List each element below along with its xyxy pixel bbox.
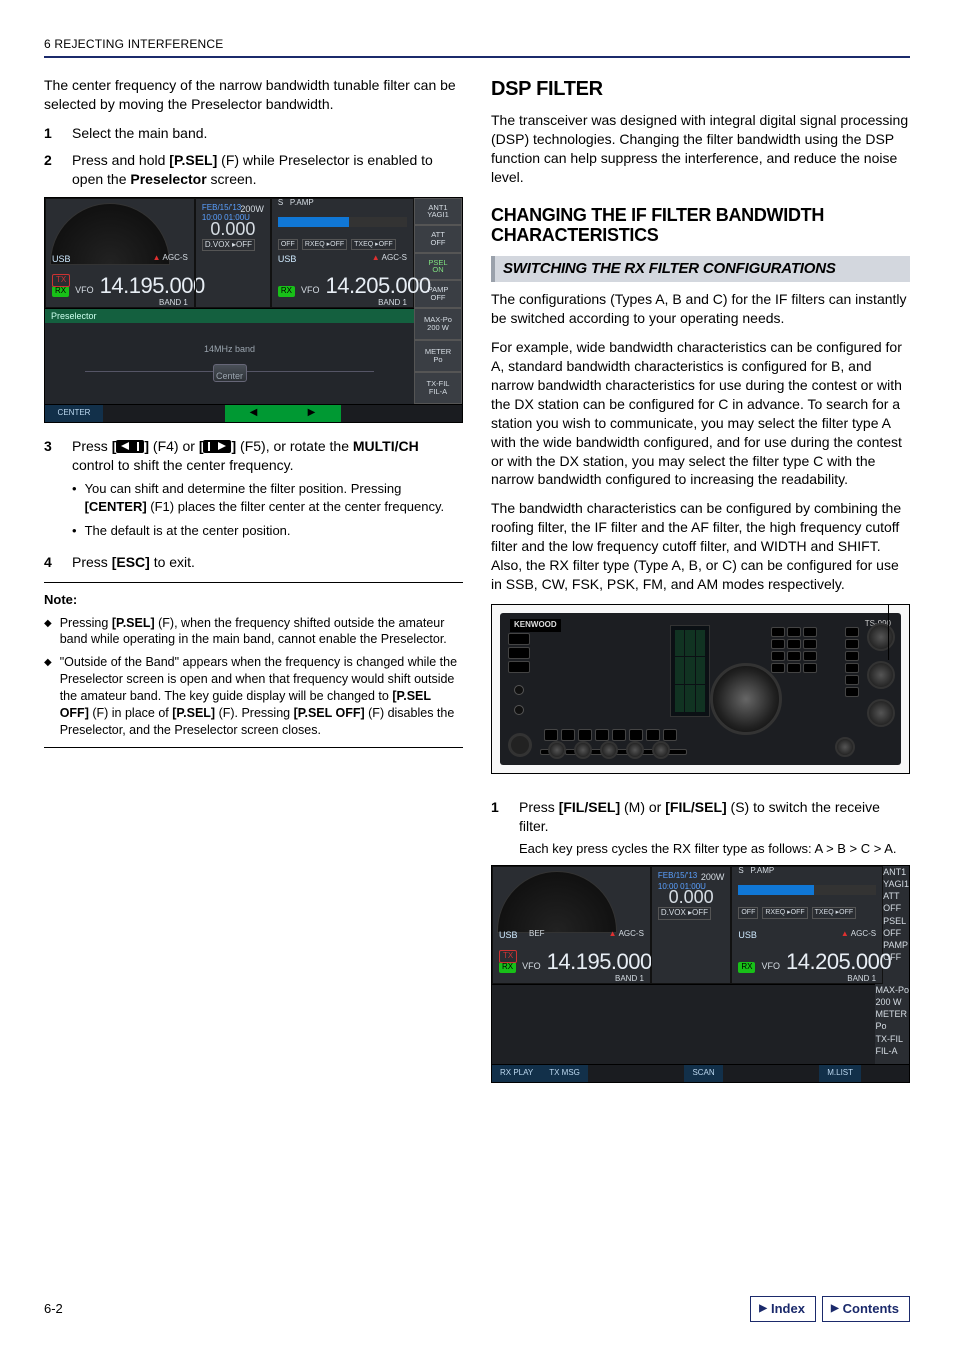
paragraph-bw: The bandwidth characteristics can be con… <box>491 499 910 593</box>
mode-label-2: USB <box>499 929 518 941</box>
rx-badge-sub: RX <box>278 286 295 297</box>
paragraph-conf: The configurations (Types A, B and C) fo… <box>491 290 910 328</box>
dvox-label: D.VOX ▸OFF <box>202 239 255 252</box>
softkey-rxplay[interactable]: RX PLAY <box>492 1065 541 1082</box>
power-display: 200W <box>240 203 264 215</box>
side-att[interactable]: ATT OFF <box>414 225 462 253</box>
rx-badge: RX <box>52 286 69 297</box>
contents-button[interactable]: Contents <box>822 1296 910 1322</box>
preselector-center-label: Center <box>45 370 414 382</box>
filter-knob-main <box>867 623 895 651</box>
softkey-right-arrow[interactable]: ▶ <box>283 405 341 422</box>
vfo-label: VFO <box>75 284 94 296</box>
filter-knob-sub <box>867 661 895 689</box>
softkey-scan[interactable]: SCAN <box>684 1065 722 1082</box>
s-meter-2 <box>738 885 876 895</box>
paragraph-dsp: The transceiver was designed with integr… <box>491 111 910 187</box>
preselector-screenshot: USB AGC-S RX VFO 14.195.000 TX BAND 1 <box>44 197 463 423</box>
bef-label: BEF <box>529 929 545 940</box>
side2-att[interactable]: ATT OFF <box>883 890 909 914</box>
tx-badge: TX <box>52 274 70 287</box>
page-number: 6-2 <box>44 1300 63 1318</box>
agc-label-2: AGC-S <box>609 929 644 940</box>
side-maxpo[interactable]: MAX-Po 200 W <box>414 308 462 340</box>
side2-psel[interactable]: PSEL OFF <box>883 915 909 939</box>
mode-label-2-sub: USB <box>738 929 757 941</box>
vfo-label-2-sub: VFO <box>761 960 780 972</box>
left-arrow-key-icon <box>116 440 144 453</box>
power-display-2: 200W <box>701 871 725 883</box>
softkey-mlist[interactable]: M.LIST <box>819 1065 861 1082</box>
vfo-label-sub: VFO <box>301 284 320 296</box>
agc-label-2-sub: AGC-S <box>841 929 876 940</box>
right-arrow-key-icon <box>203 440 231 453</box>
left-column: The center frequency of the narrow bandw… <box>44 76 463 1087</box>
subheading-switch-rx: SWITCHING THE RX FILTER CONFIGURATIONS <box>491 256 910 282</box>
split-display: 0.000 <box>202 217 264 241</box>
step-3: 3 Press [] (F4) or [] (F5), or rotate th… <box>44 437 463 545</box>
mode-label-sub: USB <box>278 253 297 265</box>
transceiver-illustration: KENWOOD TS-990 <box>491 604 910 774</box>
heading-if-filter: CHANGING THE IF FILTER BANDWIDTH CHARACT… <box>491 205 910 246</box>
softkey-left-arrow[interactable]: ◀ <box>225 405 283 422</box>
right-step-1: 1 Press [FIL/SEL] (M) or [FIL/SEL] (S) t… <box>491 798 910 857</box>
eq-tags-2: OFF RXEQ ▸OFF TXEQ ▸OFF <box>738 907 876 918</box>
agc-label: AGC-S <box>153 253 188 264</box>
softkey-center[interactable]: CENTER <box>45 405 103 422</box>
eq-tags: OFF RXEQ ▸OFF TXEQ ▸OFF <box>278 239 407 250</box>
preselector-band: 14MHz band <box>45 343 414 355</box>
side-ant[interactable]: ANT1 YAGI1 <box>414 198 462 226</box>
step-2-text: Press and hold [P.SEL] (F) while Presele… <box>72 151 463 189</box>
rx-badge-2: RX <box>499 962 516 973</box>
right-step-1-note: Each key press cycles the RX filter type… <box>519 840 910 858</box>
sub-frequency: 14.205.000 <box>325 271 430 301</box>
note-1: Pressing [P.SEL] (F), when the frequency… <box>44 615 463 649</box>
main-frequency-2: 14.195.000 <box>547 947 652 977</box>
dvox-label-2: D.VOX ▸OFF <box>658 907 711 920</box>
vfo-label-2: VFO <box>522 960 541 972</box>
softkey-row: CENTER ◀ ▶ <box>45 404 462 422</box>
s-meter-label-2: S P.AMP <box>738 866 774 877</box>
heading-dsp-filter: DSP FILTER <box>491 76 910 103</box>
analog-meter-2 <box>497 871 617 933</box>
sub-frequency-2: 14.205.000 <box>786 947 891 977</box>
mode-label: USB <box>52 253 71 265</box>
paragraph-example: For example, wide bandwidth characterist… <box>491 338 910 489</box>
s-meter <box>278 217 407 227</box>
note-2: "Outside of the Band" appears when the f… <box>44 654 463 738</box>
agc-label-sub: AGC-S <box>372 253 407 264</box>
side2-ant[interactable]: ANT1 YAGI1 <box>883 866 909 890</box>
radio-brand: KENWOOD <box>510 619 561 632</box>
preselector-title: Preselector <box>45 309 414 323</box>
tx-badge-2: TX <box>499 950 517 963</box>
step-1: 1 Select the main band. <box>44 124 463 143</box>
band-label-2-sub: BAND 1 <box>847 974 876 985</box>
side2-meter[interactable]: METER Po <box>875 1008 909 1032</box>
band-label-2: BAND 1 <box>615 974 644 985</box>
softkey-txmsg[interactable]: TX MSG <box>541 1065 588 1082</box>
running-header: 6 REJECTING INTERFERENCE <box>44 36 910 58</box>
side2-maxpo[interactable]: MAX-Po 200 W <box>875 984 909 1008</box>
side-meter[interactable]: METER Po <box>414 340 462 372</box>
rx-badge-2-sub: RX <box>738 962 755 973</box>
split-display-2: 0.000 <box>658 885 724 909</box>
step-2: 2 Press and hold [P.SEL] (F) while Prese… <box>44 151 463 189</box>
step-1-text: Select the main band. <box>72 124 463 143</box>
step-4: 4 Press [ESC] to exit. <box>44 553 463 572</box>
filter-screenshot: USB BEF AGC-S RX VFO 14.195.000 TX BAND … <box>491 865 910 1083</box>
step-3-bullet-2: The default is at the center position. <box>72 522 463 540</box>
note-heading: Note: <box>44 591 463 609</box>
main-frequency: 14.195.000 <box>100 271 205 301</box>
s-meter-label: S P.AMP <box>278 198 314 209</box>
side2-txfil[interactable]: TX-FIL FIL-A <box>875 1033 909 1057</box>
right-column: DSP FILTER The transceiver was designed … <box>491 76 910 1087</box>
intro-paragraph: The center frequency of the narrow bandw… <box>44 76 463 114</box>
index-button[interactable]: Index <box>750 1296 816 1322</box>
step-3-bullet-1: You can shift and determine the filter p… <box>72 480 463 515</box>
main-dial <box>710 663 782 735</box>
side-txfil[interactable]: TX-FIL FIL-A <box>414 372 462 404</box>
